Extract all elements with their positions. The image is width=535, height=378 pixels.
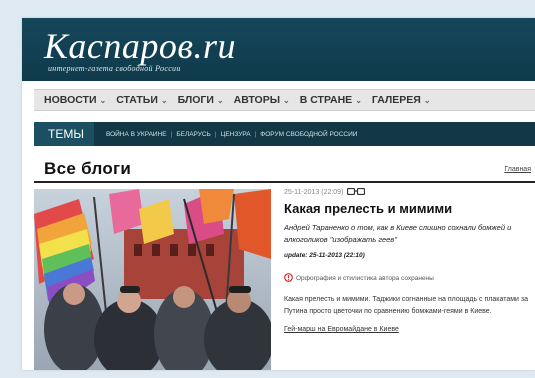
chevron-down-icon: ⌄ xyxy=(216,96,224,105)
nav-item-gallery[interactable]: ГАЛЕРЕЯ ⌄ xyxy=(372,94,431,106)
themes-bar: ТЕМЫ ВОЙНА В УКРАИНЕ | БЕЛАРУСЬ | ЦЕНЗУР… xyxy=(34,122,535,146)
spelling-note: Орфография и стилистика автора сохранены xyxy=(284,273,535,284)
post-lead: Андрей Тараненко о том, как в Киеве слиш… xyxy=(284,223,512,244)
post-meta: 25-11-2013 (22:09) xyxy=(284,187,535,197)
theme-separator: | xyxy=(170,130,173,138)
divider xyxy=(34,181,535,183)
post-date: 25-11-2013 (22:09) xyxy=(284,189,344,196)
theme-separator: | xyxy=(254,130,257,138)
theme-link-censorship[interactable]: ЦЕНЗУРА xyxy=(221,131,251,138)
chevron-down-icon: ⌄ xyxy=(423,96,431,105)
chevron-down-icon: ⌄ xyxy=(283,96,290,105)
chevron-down-icon: ⌄ xyxy=(160,96,168,105)
theme-links: ВОЙНА В УКРАИНЕ | БЕЛАРУСЬ | ЦЕНЗУРА | Ф… xyxy=(94,131,357,138)
site-tagline: интернет-газета свободной России xyxy=(48,64,181,73)
nav-item-label: ГАЛЕРЕЯ xyxy=(371,94,421,106)
related-link[interactable]: Гей-марш на Евромайдане в Киеве xyxy=(284,326,535,333)
nav-item-articles[interactable]: СТАТЬИ ⌄ xyxy=(116,94,167,106)
post-update-time: update: 25-11-2013 (22:10) xyxy=(284,252,365,259)
nav-item-label: НОВОСТИ xyxy=(44,94,97,106)
protest-photo-illustration xyxy=(34,189,271,370)
nav-item-label: АВТОРЫ xyxy=(233,94,280,106)
blog-photo[interactable] xyxy=(34,189,271,370)
chevron-down-icon: ⌄ xyxy=(355,96,362,105)
site-logo[interactable]: Каспаров.ru xyxy=(44,26,236,66)
main-nav: НОВОСТИ ⌄ СТАТЬИ ⌄ БЛОГИ ⌄ АВТОРЫ ⌄ В СТРАНЕ… xyxy=(34,89,535,111)
themes-label: ТЕМЫ xyxy=(34,122,94,146)
theme-separator: | xyxy=(214,130,217,138)
nav-item-authors[interactable]: АВТОРЫ ⌄ xyxy=(234,94,290,106)
home-link[interactable]: Главная xyxy=(504,166,531,173)
nav-item-label: В СТРАНЕ xyxy=(299,94,353,106)
section-title: Все блоги xyxy=(44,159,132,178)
nav-item-label: СТАТЬИ xyxy=(116,94,158,106)
theme-link-ukraine-war[interactable]: ВОЙНА В УКРАИНЕ xyxy=(106,131,167,138)
theme-link-belarus[interactable]: БЕЛАРУСЬ xyxy=(176,131,210,138)
chevron-down-icon: ⌄ xyxy=(99,96,107,105)
glasses-icon xyxy=(347,187,366,197)
warning-icon xyxy=(284,273,293,284)
site-header: Каспаров.ru интернет-газета свободной Ро… xyxy=(22,18,535,81)
blog-post: 25-11-2013 (22:09) Какая прелесть и мими… xyxy=(284,187,535,333)
theme-link-free-russia-forum[interactable]: ФОРУМ СВОБОДНОЙ РОССИИ xyxy=(260,131,357,138)
nav-item-label: БЛОГИ xyxy=(177,94,214,106)
nav-item-news[interactable]: НОВОСТИ ⌄ xyxy=(44,94,106,106)
spelling-note-text: Орфография и стилистика автора сохранены xyxy=(296,275,434,282)
page: Каспаров.ru интернет-газета свободной Ро… xyxy=(22,18,535,370)
nav-item-blogs[interactable]: БЛОГИ ⌄ xyxy=(178,94,224,106)
post-title[interactable]: Какая прелесть и мимими xyxy=(284,201,535,216)
nav-item-country[interactable]: В СТРАНЕ ⌄ xyxy=(300,94,362,106)
post-body: Какая прелесть и мимими. Таджики согнанн… xyxy=(284,296,529,315)
